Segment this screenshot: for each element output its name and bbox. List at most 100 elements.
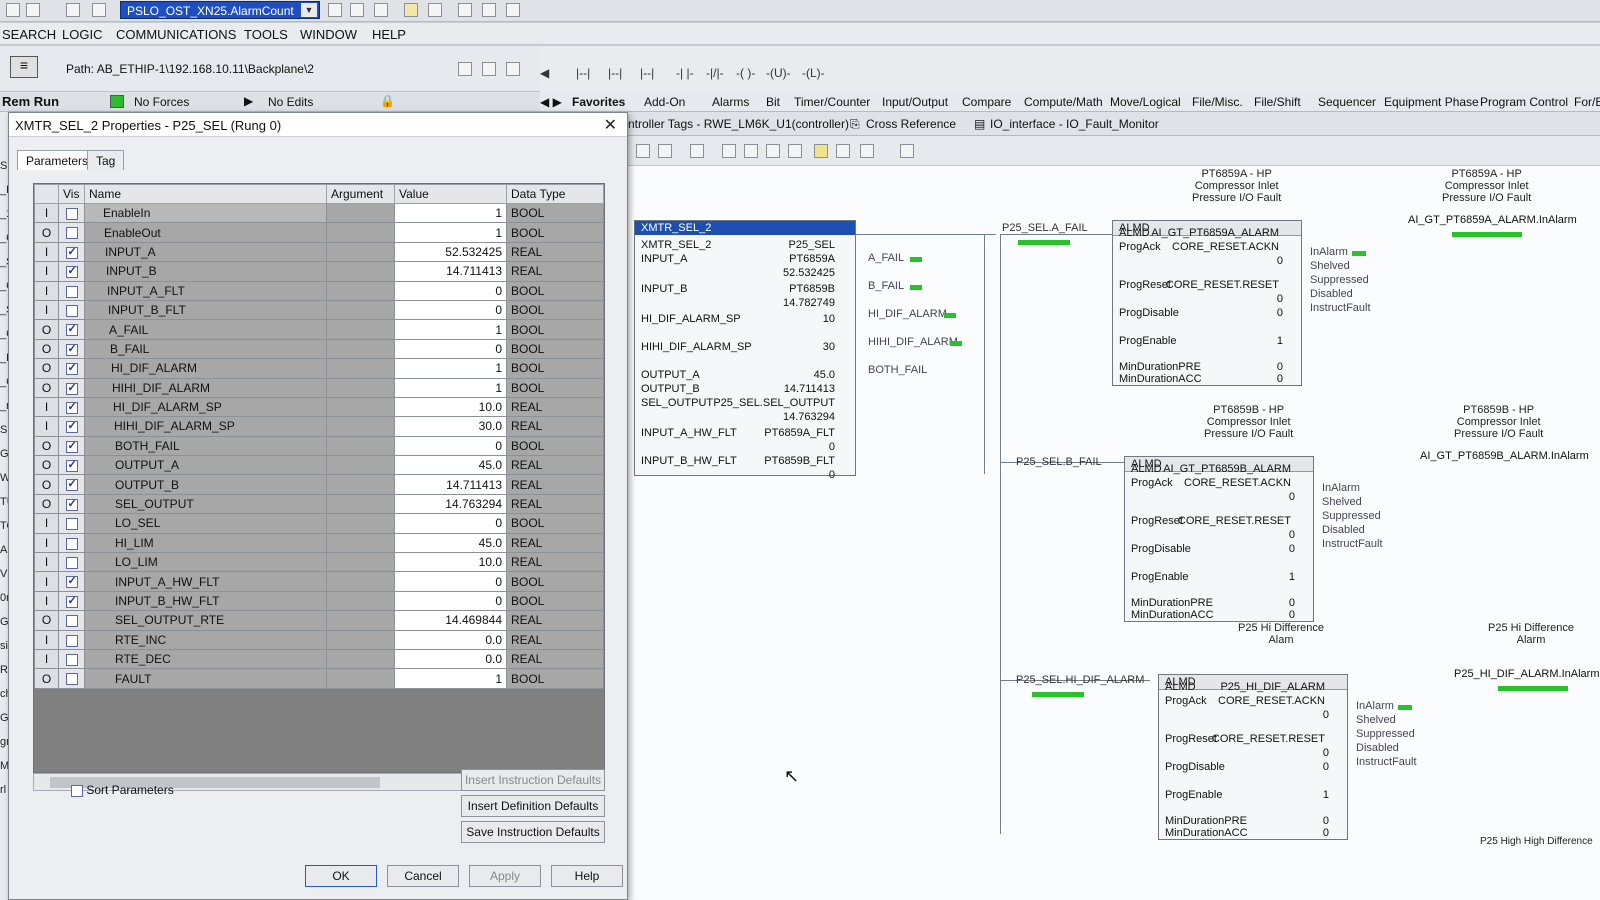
xmtr-sel-block[interactable]: XMTR_SEL_2 XMTR_SEL_2 P25_SEL INPUT_A PT685… [634,220,856,481]
value-cell[interactable]: 14.763294 [394,493,507,515]
table-row[interactable]: O A_FAIL 1BOOL [34,319,604,340]
argument-cell[interactable] [326,590,395,612]
vis-cell[interactable] [58,455,85,476]
argument-cell[interactable] [326,319,395,340]
tab-timer-counter[interactable]: Timer/Counter [794,95,870,109]
argument-cell[interactable] [326,280,395,301]
menu-window[interactable]: WINDOW [300,27,357,42]
argument-cell[interactable] [326,222,395,243]
close-icon[interactable]: ✕ [604,115,617,135]
tab-input-output[interactable]: Input/Output [882,95,948,109]
tab-tag[interactable]: Tag [87,150,125,170]
value-cell[interactable]: 1 [394,222,507,243]
vis-cell[interactable] [58,377,85,398]
tab-compare[interactable]: Compare [962,95,1011,109]
argument-cell[interactable] [326,241,395,263]
table-row[interactable]: O HI_DIF_ALARM 1BOOL [34,358,604,379]
address-icon[interactable] [900,144,914,158]
table-row[interactable]: I LO_LIM 10.0 REAL [34,552,604,573]
argument-cell[interactable] [326,552,395,573]
vis-checkbox[interactable] [65,518,78,531]
almd-block[interactable]: ALMD ALMD P25_HI_DIF_ALARM ProgAck CORE_RESE… [1158,674,1348,840]
table-row[interactable]: O SEL_OUTPUT 14.763294REAL [34,493,604,515]
value-cell[interactable]: 1 [394,358,507,379]
table-row[interactable]: I INPUT_A_HW_FLT 0BOOL [34,571,604,592]
argument-cell[interactable] [326,202,395,224]
tab-for-b[interactable]: For/B [1574,95,1600,109]
argument-cell[interactable] [326,668,395,689]
vis-checkbox[interactable] [65,400,78,414]
tab-bit[interactable]: Bit [766,95,780,109]
fit-icon[interactable] [690,144,704,158]
save-instruction-defaults-button[interactable]: Save Instruction Defaults [461,821,605,843]
scroll-left-icon[interactable]: ◀ [540,66,549,80]
browse-icon[interactable] [374,3,388,17]
forces-status[interactable]: No Forces [134,95,189,109]
vis-checkbox[interactable] [65,227,78,240]
vis-cell[interactable] [58,474,85,495]
vis-cell[interactable] [58,532,85,554]
value-cell[interactable]: 14.711413 [394,474,507,495]
otu-icon[interactable]: -(U)- [766,66,791,80]
ok-button[interactable]: OK [305,865,377,887]
vis-cell[interactable] [58,513,85,534]
table-row[interactable]: I INPUT_B_FLT 0 BOOL [34,299,604,321]
argument-cell[interactable] [326,358,395,379]
table-row[interactable]: O B_FAIL 0BOOL [34,338,604,360]
value-cell[interactable]: 0 [394,280,507,301]
value-cell[interactable]: 0.0 [394,648,507,670]
vis-checkbox[interactable] [65,615,78,628]
argument-cell[interactable] [326,455,395,476]
argument-cell[interactable] [326,610,395,631]
table-row[interactable]: O SEL_OUTPUT_RTE 14.469844 REAL [34,610,604,631]
argument-cell[interactable] [326,629,395,650]
menu-communications[interactable]: COMMUNICATIONS [116,27,236,42]
edits-status[interactable]: No Edits [268,95,313,109]
table-row[interactable]: I INPUT_A_FLT 0 BOOL [34,280,604,301]
download-icon[interactable] [506,3,520,17]
vis-cell[interactable] [58,358,85,379]
apply-button[interactable]: Apply [469,865,541,887]
xic-icon[interactable]: -| |- [676,66,694,80]
vis-cell[interactable] [58,299,85,321]
help-button[interactable]: Help [551,865,623,887]
tree-icon[interactable] [428,3,442,17]
value-cell[interactable]: 52.532425 [394,241,507,263]
contact-label[interactable]: P25_SEL.A_FAIL [1002,222,1088,234]
vis-checkbox[interactable] [65,497,78,511]
value-cell[interactable]: 0 [394,299,507,321]
xio-icon[interactable]: -|/|- [706,66,724,80]
value-cell[interactable]: 14.711413 [394,261,507,282]
find-icon[interactable] [328,3,342,17]
value-cell[interactable]: 1 [394,202,507,224]
col-data-type[interactable]: Data Type [506,184,604,204]
vis-checkbox[interactable] [65,342,78,356]
argument-cell[interactable] [326,377,395,398]
pointer-icon[interactable] [458,62,472,76]
tool-icon-4[interactable] [788,144,802,158]
col-vis[interactable]: Vis [58,184,85,204]
tab-move-logical[interactable]: Move/Logical [1110,95,1181,109]
value-cell[interactable]: 45.0 [394,455,507,476]
value-cell[interactable]: 1 [394,319,507,340]
table-row[interactable]: O HIHI_DIF_ALARM 1BOOL [34,377,604,398]
save-icon[interactable] [26,3,40,17]
table-row[interactable]: O BOTH_FAIL 0BOOL [34,435,604,457]
redo-icon[interactable] [92,3,106,17]
vis-checkbox[interactable] [65,673,78,686]
value-cell[interactable]: 0.0 [394,629,507,650]
value-cell[interactable]: 14.469844 [394,610,507,631]
value-cell[interactable]: 45.0 [394,532,507,554]
table-row[interactable]: I INPUT_A 52.532425REAL [34,241,604,263]
vis-cell[interactable] [58,261,85,282]
tool-icon-1[interactable] [722,144,736,158]
value-cell[interactable]: 0 [394,435,507,457]
vis-cell[interactable] [58,416,85,437]
vis-checkbox[interactable] [65,537,78,550]
vis-checkbox[interactable] [65,634,78,647]
vis-cell[interactable] [58,202,85,224]
tab-sequencer[interactable]: Sequencer [1318,95,1376,109]
value-cell[interactable]: 1 [394,377,507,398]
table-row[interactable]: O FAULT 1 BOOL [34,668,604,689]
vis-checkbox[interactable] [65,381,78,395]
